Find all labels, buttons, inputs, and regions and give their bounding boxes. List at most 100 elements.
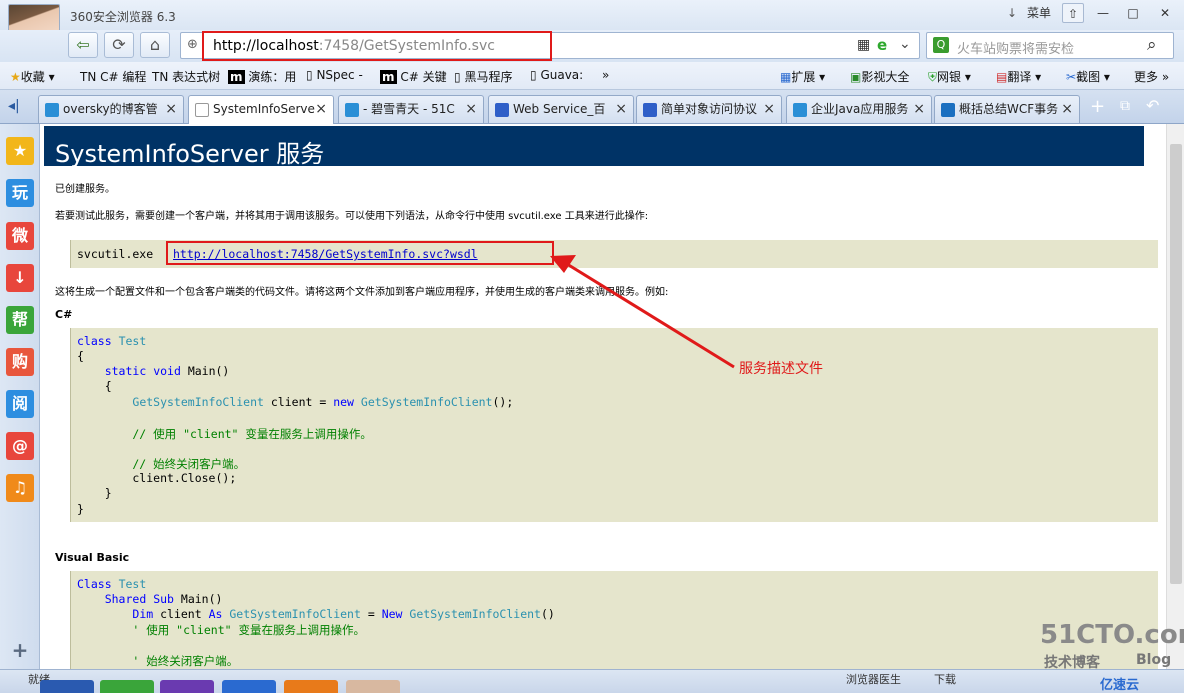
video-button[interactable]: ▣影视大全 <box>850 68 909 85</box>
tab-soap[interactable]: 简单对象访问协议 × <box>636 95 782 123</box>
bookmark-item[interactable]: ▯ NSpec - <box>306 68 363 82</box>
bookmark-favorites[interactable]: ★收藏 ▾ <box>10 68 55 85</box>
bookmark-item[interactable]: TN C# 编程 <box>80 68 146 85</box>
taskbar-app-icon[interactable] <box>284 680 338 693</box>
book-icon[interactable]: 阅 <box>6 390 34 418</box>
add-icon[interactable]: + <box>6 636 34 664</box>
blog-icon <box>793 103 807 117</box>
taskbar-app-icon[interactable] <box>160 680 214 693</box>
tab-label: Web Service_百 <box>513 102 606 116</box>
translate-button[interactable]: ▤翻译 ▾ <box>996 68 1041 85</box>
bookmark-label: NSpec - <box>316 68 363 82</box>
arrow-left-icon: ⇦ <box>76 35 90 54</box>
weibo-icon[interactable]: 微 <box>6 222 34 250</box>
close-icon[interactable]: × <box>315 96 327 122</box>
taskbar-word-icon[interactable] <box>40 680 94 693</box>
tab-oversky[interactable]: oversky的博客管 × <box>38 95 184 123</box>
bookmark-item[interactable]: TN 表达式树 <box>152 68 220 85</box>
bookmark-label: C# 关键 <box>400 70 447 84</box>
new-tab-icon[interactable]: + <box>1090 96 1105 117</box>
sidebar-toggle-icon[interactable]: ◂| <box>8 98 20 114</box>
scissors-icon: ✂ <box>1066 70 1077 84</box>
home-button[interactable]: ⌂ <box>140 32 170 58</box>
search-icon[interactable]: ⌕ <box>1147 35 1157 55</box>
toolbar-label: 更多 <box>1134 70 1159 84</box>
tab-systeminfoserver[interactable]: SystemInfoServe × <box>188 95 334 124</box>
minimize-button[interactable]: — <box>1088 3 1118 23</box>
refresh-icon: ⟳ <box>112 35 126 54</box>
watermark-yisu: 亿速云 <box>1100 678 1140 693</box>
close-icon[interactable]: × <box>913 96 925 122</box>
nav-bar: ⇦ ⟳ ⌂ ⊕ http://localhost:7458/GetSystemI… <box>0 30 1184 62</box>
tab-label: SystemInfoServe <box>213 102 315 116</box>
tab-label: 概括总结WCF事务 <box>959 102 1059 116</box>
screenshot-button[interactable]: ✂截图 ▾ <box>1066 68 1110 85</box>
tab-label: oversky的博客管 <box>63 102 158 116</box>
restore-tab-icon[interactable]: ⧉ <box>1120 98 1130 114</box>
tab-webservice[interactable]: Web Service_百 × <box>488 95 634 123</box>
bookmark-label: 收藏 <box>20 70 45 84</box>
tab-java[interactable]: 企业Java应用服务 × <box>786 95 932 123</box>
bookmark-bar: ★收藏 ▾ TN C# 编程 TN 表达式树 m 演练：用 ▯ NSpec - … <box>0 62 1184 90</box>
mail-icon[interactable]: @ <box>6 432 34 460</box>
menu-button[interactable]: 菜单 <box>1024 3 1054 23</box>
taskbar-app-icon[interactable] <box>346 680 400 693</box>
toolbar-label: 扩展 <box>791 70 816 84</box>
close-icon[interactable]: × <box>165 96 177 122</box>
shopping-icon[interactable]: 购 <box>6 348 34 376</box>
taskbar-app-icon[interactable] <box>222 680 276 693</box>
close-icon[interactable]: × <box>615 96 627 122</box>
arrow-down-icon[interactable]: ↓ <box>1004 3 1020 23</box>
tab-wcf[interactable]: 概括总结WCF事务 × <box>934 95 1080 123</box>
ie-mode-icon[interactable]: e <box>877 36 887 54</box>
close-icon[interactable]: × <box>465 96 477 122</box>
taskbar-360-icon[interactable] <box>100 680 154 693</box>
bookmark-item[interactable]: m 演练：用 <box>228 68 296 85</box>
page-content: SystemInfoServer 服务 已创建服务。 若要测试此服务，需要创建一… <box>40 124 1166 669</box>
music-icon[interactable]: ♫ <box>6 474 34 502</box>
watermark-51cto: 51CTO.com <box>1040 620 1184 650</box>
maximize-button[interactable]: □ <box>1118 3 1148 23</box>
m-icon: m <box>380 70 397 84</box>
annotation-arrow <box>550 255 735 369</box>
extensions-button[interactable]: ▦扩展 ▾ <box>780 68 825 85</box>
download-icon[interactable]: ↓ <box>6 264 34 292</box>
shield-icon: ⛨ <box>928 70 938 84</box>
close-button[interactable]: ✕ <box>1150 3 1180 23</box>
bookmark-item[interactable]: ▯ 黑马程序 <box>454 68 512 85</box>
download-link[interactable]: 下载 <box>934 671 956 687</box>
tab-bar: ◂| oversky的博客管 × SystemInfoServe × - 碧雪青天 … <box>0 90 1184 124</box>
search-input[interactable]: 火车站购票将需安检 <box>957 38 1074 57</box>
undo-icon[interactable]: ↶ <box>1146 96 1159 115</box>
chevron-down-icon[interactable]: ⌄ <box>899 36 911 52</box>
more-bookmarks-icon[interactable]: » <box>602 68 609 82</box>
browser-doctor-link[interactable]: 浏览器医生 <box>846 671 901 687</box>
close-icon[interactable]: × <box>1061 96 1073 122</box>
more-button[interactable]: 更多 » <box>1134 68 1169 85</box>
help-icon[interactable]: 帮 <box>6 306 34 334</box>
back-button[interactable]: ⇦ <box>68 32 98 58</box>
tab-51cto[interactable]: - 碧雪青天 - 51C × <box>338 95 484 123</box>
security-icon: ⊕ <box>187 37 198 52</box>
search-engine-icon[interactable]: Q <box>933 37 949 53</box>
star-icon: ★ <box>10 70 21 84</box>
s-icon <box>941 103 955 117</box>
qrcode-icon[interactable]: ▦ <box>857 37 870 53</box>
video-icon: ▣ <box>850 70 862 84</box>
bookmark-item[interactable]: ▯ Guava: <box>530 68 583 82</box>
address-highlight <box>202 31 552 61</box>
scrollbar-thumb[interactable] <box>1170 144 1182 584</box>
vertical-scrollbar[interactable] <box>1166 124 1184 669</box>
refresh-button[interactable]: ⟳ <box>104 32 134 58</box>
bank-button[interactable]: ⛨网银 ▾ <box>928 68 971 85</box>
games-icon[interactable]: 玩 <box>6 179 34 207</box>
favorites-icon[interactable]: ★ <box>6 137 34 165</box>
close-icon[interactable]: × <box>763 96 775 122</box>
bookmark-item[interactable]: m C# 关键 <box>380 68 447 85</box>
skin-icon[interactable]: ⇧ <box>1062 3 1084 23</box>
grid-icon: ▦ <box>780 70 792 84</box>
search-box[interactable]: Q 火车站购票将需安检 ⌕ <box>926 32 1174 59</box>
watermark-blog-en: Blog <box>1136 652 1172 668</box>
page-icon: ▯ <box>454 70 461 84</box>
status-bar: 就绪 浏览器医生 下载 亿速云 <box>0 669 1184 693</box>
